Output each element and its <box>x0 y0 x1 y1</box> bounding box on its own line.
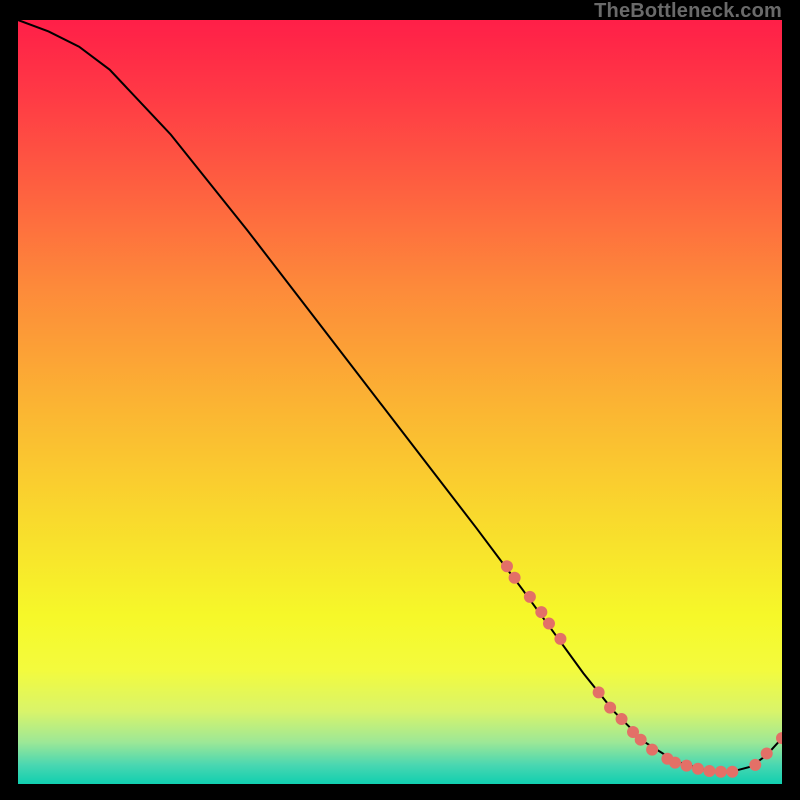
marker-point <box>646 744 658 756</box>
chart-stage: TheBottleneck.com <box>0 0 800 800</box>
marker-point <box>524 591 536 603</box>
marker-point <box>703 765 715 777</box>
marker-point <box>616 713 628 725</box>
marker-point <box>726 766 738 778</box>
marker-point <box>593 686 605 698</box>
marker-point <box>501 560 513 572</box>
watermark-text: TheBottleneck.com <box>594 0 782 23</box>
marker-point <box>635 734 647 746</box>
marker-point <box>692 763 704 775</box>
marker-point <box>509 572 521 584</box>
marker-point <box>669 757 681 769</box>
gradient-background <box>18 20 782 784</box>
marker-point <box>715 766 727 778</box>
marker-point <box>554 633 566 645</box>
bottleneck-chart <box>18 20 782 784</box>
marker-point <box>681 760 693 772</box>
marker-point <box>543 618 555 630</box>
marker-point <box>749 759 761 771</box>
marker-point <box>604 702 616 714</box>
marker-point <box>535 606 547 618</box>
marker-point <box>761 747 773 759</box>
plot-area <box>18 20 782 784</box>
